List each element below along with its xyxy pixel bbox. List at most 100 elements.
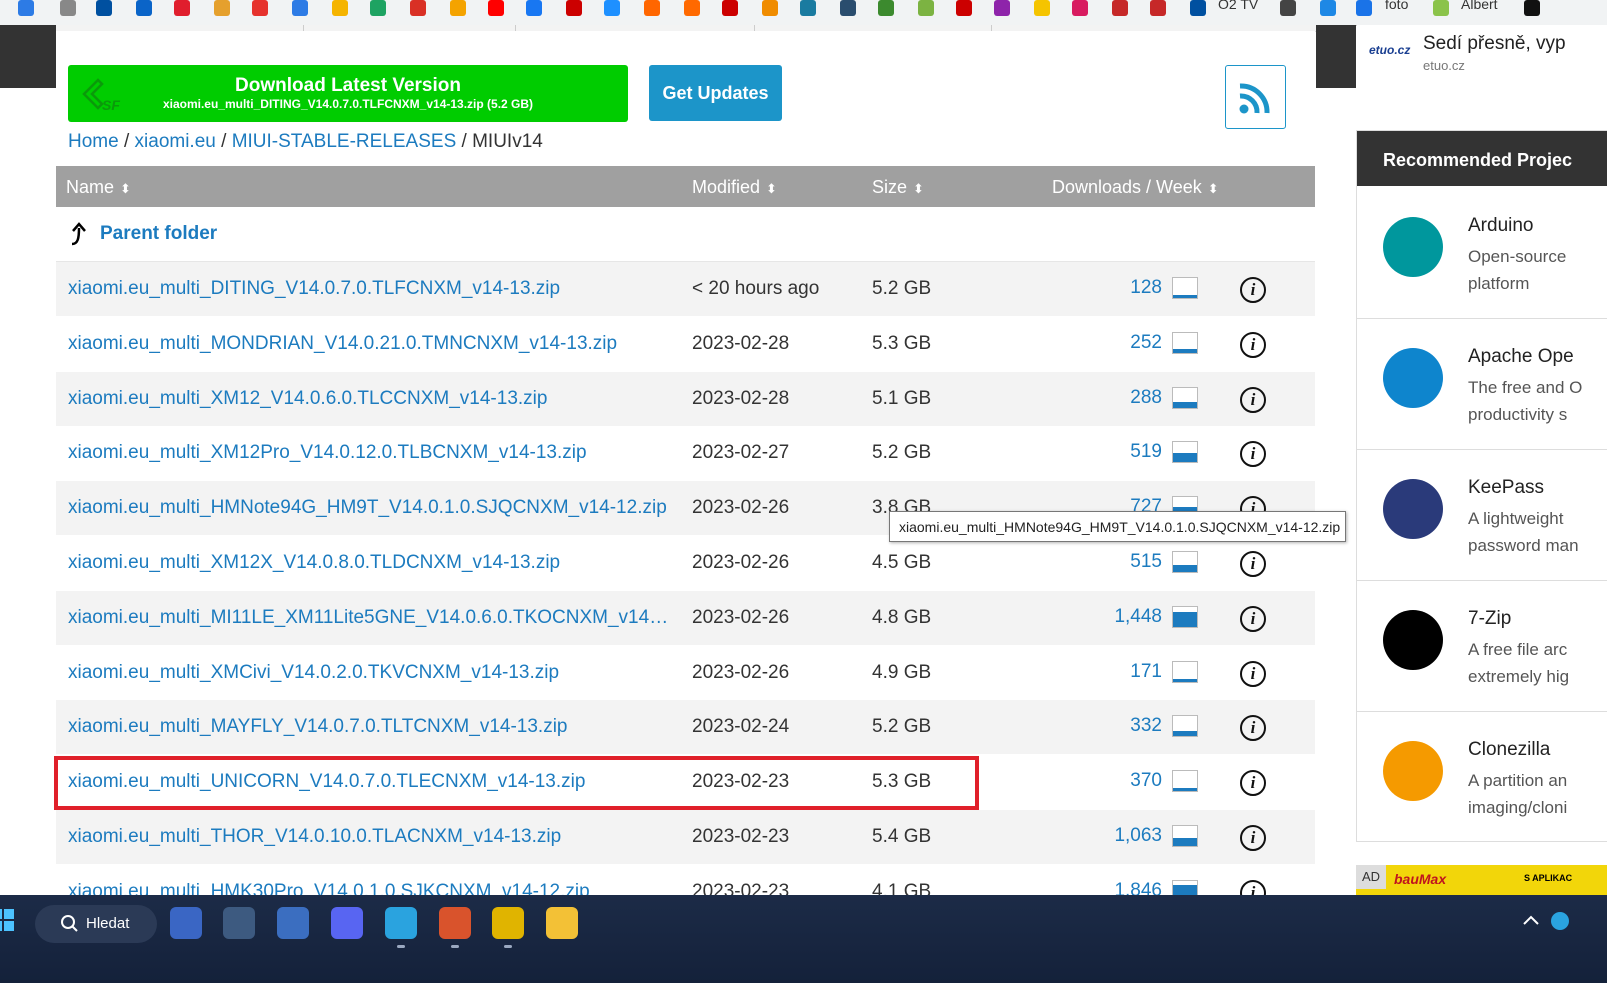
site-icon[interactable] — [762, 0, 778, 16]
file-link[interactable]: xiaomi.eu_multi_MAYFLY_V14.0.7.0.TLTCNXM… — [68, 716, 568, 738]
snipping-tool-icon[interactable] — [170, 907, 202, 939]
file-link[interactable]: xiaomi.eu_multi_HMNote94G_HM9T_V14.0.1.0… — [68, 497, 667, 519]
recommended-project[interactable]: Apache Ope The free and O productivity s — [1357, 318, 1607, 450]
file-link[interactable]: xiaomi.eu_multi_XMCivi_V14.0.2.0.TKVCNXM… — [68, 662, 559, 684]
downloads-sparkline[interactable] — [1172, 879, 1198, 895]
mi-icon[interactable] — [684, 0, 700, 16]
column-header-name[interactable]: Name ⬍ — [66, 177, 131, 198]
apple-icon[interactable] — [60, 0, 76, 16]
breadcrumb-xiaomi-eu[interactable]: xiaomi.eu — [135, 131, 216, 152]
file-link[interactable]: xiaomi.eu_multi_UNICORN_V14.0.7.0.TLECNX… — [68, 771, 585, 793]
info-icon[interactable]: i — [1240, 331, 1266, 358]
facebook-icon[interactable] — [526, 0, 542, 16]
downloads-sparkline[interactable] — [1172, 605, 1198, 628]
project-name[interactable]: Arduino — [1468, 215, 1534, 237]
site-icon[interactable] — [994, 0, 1010, 16]
windows-start-icon[interactable] — [0, 909, 14, 931]
downloads-count[interactable]: 1,448 — [1114, 606, 1162, 628]
bookmark-albert[interactable]: Albert — [1461, 0, 1498, 12]
p-icon[interactable] — [1356, 0, 1372, 16]
downloads-count[interactable]: 332 — [1130, 715, 1162, 737]
youtube-icon[interactable] — [488, 0, 504, 16]
media-player-icon[interactable] — [439, 907, 471, 939]
discord-icon[interactable] — [331, 907, 363, 939]
downloads-count[interactable]: 1,063 — [1114, 825, 1162, 847]
keep-icon[interactable] — [332, 0, 348, 16]
game-icon[interactable] — [878, 0, 894, 16]
downloads-count[interactable]: 128 — [1130, 277, 1162, 299]
ad-title[interactable]: Sedí přesně, vyp — [1423, 33, 1566, 55]
info-icon[interactable]: i — [1240, 825, 1266, 851]
downloads-count[interactable]: 519 — [1130, 441, 1162, 463]
rss-button[interactable] — [1225, 65, 1286, 129]
recommended-project[interactable]: Clonezilla A partition an imaging/cloni — [1357, 711, 1607, 841]
bookmark-o2tv[interactable]: O2 TV — [1218, 0, 1258, 12]
file-link[interactable]: xiaomi.eu_multi_XM12Pro_V14.0.12.0.TLBCN… — [68, 442, 587, 464]
downloads-sparkline[interactable] — [1172, 660, 1198, 683]
parent-folder-link[interactable]: Parent folder — [100, 223, 217, 245]
recommended-project[interactable]: KeePass A lightweight password man — [1357, 449, 1607, 581]
file-link[interactable]: xiaomi.eu_multi_DITING_V14.0.7.0.TLFCNXM… — [68, 278, 560, 300]
downloads-count[interactable]: 370 — [1130, 770, 1162, 792]
shield-app-icon[interactable] — [277, 907, 309, 939]
calculator-icon[interactable] — [223, 907, 255, 939]
breadcrumb-home[interactable]: Home — [68, 131, 119, 152]
downloads-sparkline[interactable] — [1172, 770, 1198, 793]
amazon-icon[interactable] — [1524, 0, 1540, 16]
opera-icon[interactable] — [174, 0, 190, 16]
outlook-icon[interactable] — [136, 0, 152, 16]
shield-icon[interactable] — [800, 0, 816, 16]
recommended-project[interactable]: 7-Zip A free file arc extremely hig — [1357, 580, 1607, 712]
column-header-downloads[interactable]: Downloads / Week ⬍ — [1052, 177, 1219, 198]
banana-icon[interactable] — [1034, 0, 1050, 16]
project-name[interactable]: Clonezilla — [1468, 739, 1550, 761]
parent-folder-row[interactable]: Parent folder — [56, 207, 1315, 262]
site-icon[interactable] — [644, 0, 660, 16]
file-link[interactable]: xiaomi.eu_multi_XM12_V14.0.6.0.TLCCNXM_v… — [68, 388, 547, 410]
downloads-sparkline[interactable] — [1172, 715, 1198, 738]
calendar-icon[interactable] — [292, 0, 308, 16]
downloads-sparkline[interactable] — [1172, 277, 1198, 299]
bottom-ad[interactable]: AD bauMax S APLIKAC — [1356, 865, 1607, 895]
file-link[interactable]: xiaomi.eu_multi_XM12X_V14.0.8.0.TLDCNXM_… — [68, 552, 560, 574]
albert-icon[interactable] — [1433, 0, 1449, 16]
bookmark-foto[interactable]: foto — [1385, 0, 1408, 12]
site-icon[interactable] — [18, 0, 34, 16]
o2-icon[interactable] — [1190, 0, 1206, 16]
shield-icon[interactable] — [840, 0, 856, 16]
gmail-icon[interactable] — [410, 0, 426, 16]
site-icon[interactable] — [918, 0, 934, 16]
downloads-count[interactable]: 252 — [1130, 332, 1162, 354]
get-updates-button[interactable]: Get Updates — [649, 65, 782, 121]
info-icon[interactable]: i — [1240, 879, 1266, 895]
file-link[interactable]: xiaomi.eu_multi_HMK30Pro_V14.0.1.0.SJKCN… — [68, 881, 590, 895]
downloads-sparkline[interactable] — [1172, 825, 1198, 847]
site-icon[interactable] — [214, 0, 230, 16]
download-latest-button[interactable]: SF Download Latest Version xiaomi.eu_mul… — [68, 65, 628, 122]
project-name[interactable]: 7-Zip — [1468, 608, 1511, 630]
site-icon[interactable] — [1072, 0, 1088, 16]
project-name[interactable]: KeePass — [1468, 477, 1544, 499]
info-icon[interactable]: i — [1240, 441, 1266, 468]
site-icon[interactable] — [722, 0, 738, 16]
project-name[interactable]: Apache Ope — [1468, 346, 1574, 368]
photos-icon[interactable] — [450, 0, 466, 16]
chrome-icon[interactable] — [492, 907, 524, 939]
play-icon[interactable] — [252, 0, 268, 16]
site-icon[interactable] — [1150, 0, 1166, 16]
recommended-project[interactable]: Arduino Open-source platform — [1357, 187, 1607, 319]
telegram-tray-icon[interactable] — [1551, 912, 1569, 930]
file-link[interactable]: xiaomi.eu_multi_THOR_V14.0.10.0.TLACNXM_… — [68, 826, 561, 848]
top-ad[interactable]: etuo.cz Sedí přesně, vyp etuo.cz — [1357, 25, 1607, 87]
file-link[interactable]: xiaomi.eu_multi_MI11LE_XM11Lite5GNE_V14.… — [68, 607, 673, 629]
downloads-sparkline[interactable] — [1172, 551, 1198, 573]
info-icon[interactable]: i — [1240, 605, 1266, 632]
site-icon[interactable] — [956, 0, 972, 16]
downloads-count[interactable]: 515 — [1130, 551, 1162, 573]
drive-icon[interactable] — [370, 0, 386, 16]
column-header-size[interactable]: Size ⬍ — [872, 177, 924, 198]
column-header-modified[interactable]: Modified ⬍ — [692, 177, 777, 198]
info-icon[interactable]: i — [1240, 277, 1266, 303]
alza-icon[interactable] — [604, 0, 620, 16]
o2-icon[interactable] — [96, 0, 112, 16]
